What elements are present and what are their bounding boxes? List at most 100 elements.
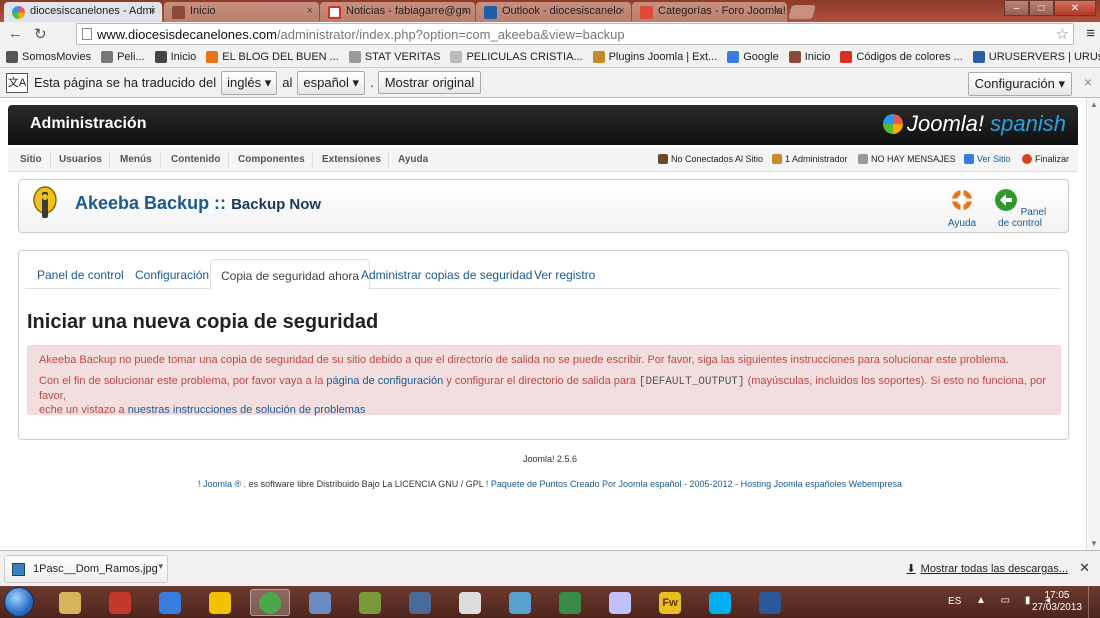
tab-close-icon[interactable]: ×: [307, 5, 313, 17]
taskbar-app-app6[interactable]: [300, 589, 340, 616]
tab-backup-now[interactable]: Copia de seguridad ahora: [210, 259, 371, 290]
bookmark-label: SomosMovies: [22, 50, 92, 63]
tab-configuration[interactable]: Configuración: [135, 268, 209, 282]
site-favicon-icon: [172, 6, 185, 19]
tab-view-log[interactable]: Ver registro: [534, 268, 595, 282]
show-desktop-button[interactable]: [1088, 586, 1100, 618]
help-button[interactable]: Ayuda: [947, 188, 977, 229]
target-language-select[interactable]: español ▾: [297, 70, 366, 95]
menu-menus[interactable]: Menús: [120, 154, 152, 165]
taskbar-app-app2[interactable]: [100, 589, 140, 616]
translate-config-button[interactable]: Configuración ▾: [967, 72, 1072, 96]
downloads-close-icon[interactable]: ✕: [1079, 560, 1090, 576]
bookmark-label: Peli...: [117, 50, 145, 63]
translate-close-icon[interactable]: ×: [1084, 74, 1092, 90]
taskbar-app-app11[interactable]: [550, 589, 590, 616]
tab-close-icon[interactable]: ×: [775, 5, 781, 17]
app3-icon: [159, 591, 181, 614]
back-arrow-icon[interactable]: ←: [8, 25, 23, 42]
joomla-link[interactable]: ! Joomla ®: [198, 479, 241, 489]
new-tab-button[interactable]: [788, 5, 816, 19]
menu-usuarios[interactable]: Usuarios: [59, 154, 102, 165]
menu-componentes[interactable]: Componentes: [238, 154, 305, 165]
scroll-up-icon[interactable]: ▲: [1090, 100, 1098, 109]
taskbar-app-chrome[interactable]: [250, 589, 290, 616]
translate-message: Esta página se ha traducido del: [34, 75, 217, 90]
taskbar-app-app4[interactable]: [200, 589, 240, 616]
joomla-favicon-icon: [12, 6, 25, 19]
show-all-downloads-link[interactable]: ⬇ Mostrar todas las descargas...: [906, 562, 1068, 575]
app2-icon: [109, 591, 131, 614]
tab-close-icon[interactable]: ×: [150, 5, 156, 17]
maximize-button[interactable]: □: [1029, 0, 1054, 16]
page-scrollbar[interactable]: ▲ ▼: [1086, 98, 1100, 550]
translate-to-label: al: [282, 75, 293, 90]
start-button[interactable]: [4, 587, 34, 617]
bookmark-item[interactable]: Códigos de colores ...: [840, 50, 963, 63]
download-menu-icon[interactable]: ▾: [158, 561, 163, 572]
download-item[interactable]: 1Pasc__Dom_Ramos.jpg ▾: [4, 555, 168, 583]
taskbar-app-picasa[interactable]: [600, 589, 640, 616]
license-text: . es software libre Distribuido Bajo La …: [241, 479, 486, 489]
bookmark-item[interactable]: SomosMovies: [6, 50, 92, 63]
tab-title: Inicio: [190, 5, 216, 17]
bookmark-item[interactable]: Peli...: [101, 50, 145, 63]
bookmark-item[interactable]: Plugins Joomla | Ext...: [592, 50, 717, 63]
browser-tab[interactable]: Inicio ×: [164, 2, 319, 22]
visitors-text: No Conectados Al Sitio: [671, 154, 764, 164]
scroll-down-icon[interactable]: ▼: [1090, 539, 1098, 548]
status-messages[interactable]: NO HAY MENSAJES: [858, 154, 956, 164]
window-close-button[interactable]: ✕: [1054, 0, 1096, 16]
bookmark-item[interactable]: Inicio: [788, 50, 830, 63]
source-language-select[interactable]: inglés ▾: [221, 70, 278, 95]
bookmark-item[interactable]: EL BLOG DEL BUEN ...: [206, 50, 339, 63]
content-panel: Panel de control Configuración Copia de …: [18, 250, 1069, 440]
minimize-button[interactable]: –: [1004, 0, 1029, 16]
browser-tab[interactable]: Noticias - fabiagarre@gm ×: [320, 2, 475, 22]
taskbar-app-app7[interactable]: [350, 589, 390, 616]
bookmark-item[interactable]: URUSERVERS | URUs...: [972, 50, 1100, 63]
reload-icon[interactable]: ↻: [34, 25, 47, 43]
taskbar-app-explorer[interactable]: [50, 589, 90, 616]
taskbar-app-word[interactable]: [750, 589, 790, 616]
menu-extensiones[interactable]: Extensiones: [322, 154, 381, 165]
menu-sitio[interactable]: Sitio: [20, 154, 42, 165]
tab-close-icon[interactable]: ×: [463, 5, 469, 17]
browser-tab-active[interactable]: diocesiscanelones - Admi ×: [4, 2, 162, 22]
logout-link[interactable]: Finalizar: [1022, 154, 1069, 164]
tab-control-panel[interactable]: Panel de control: [37, 268, 124, 282]
taskbar-app-app10[interactable]: [500, 589, 540, 616]
tab-manage-backups[interactable]: Administrar copias de seguridad: [361, 268, 532, 282]
taskbar-app-fireworks[interactable]: Fw: [650, 589, 690, 616]
browser-toolbar: ← ↻ www.diocesisdecanelones.com/administ…: [0, 22, 1100, 46]
alert-message: Akeeba Backup no puede tomar una copia d…: [39, 354, 1009, 366]
taskbar-app-skype[interactable]: [700, 589, 740, 616]
bookmark-item[interactable]: Google: [727, 50, 779, 63]
view-name: Backup Now: [231, 196, 322, 213]
clock[interactable]: 17:05 27/03/2013: [1032, 590, 1082, 614]
menu-contenido[interactable]: Contenido: [171, 154, 220, 165]
bookmark-label: Google: [743, 50, 779, 63]
messages-text: NO HAY MENSAJES: [871, 154, 956, 164]
address-bar[interactable]: www.diocesisdecanelones.com/administrato…: [76, 23, 1074, 45]
control-panel-button[interactable]: Panel de control: [987, 188, 1053, 229]
bookmark-item[interactable]: Inicio: [154, 50, 196, 63]
bookmark-label: URUSERVERS | URUs...: [988, 50, 1100, 63]
configuration-page-link[interactable]: página de configuración: [326, 375, 443, 387]
bookmark-item[interactable]: PELICULAS CRISTIA...: [450, 50, 583, 63]
taskbar-app-app3[interactable]: [150, 589, 190, 616]
troubleshooting-link[interactable]: nuestras instrucciones de solución de pr…: [128, 404, 366, 416]
tab-close-icon[interactable]: ×: [619, 5, 625, 17]
taskbar-app-app9[interactable]: [450, 589, 490, 616]
taskbar-app-app8[interactable]: [400, 589, 440, 616]
bookmark-item[interactable]: STAT VERITAS: [348, 50, 440, 63]
browser-tab[interactable]: Categorías - Foro Joomla! ×: [632, 2, 787, 22]
browser-menu-icon[interactable]: ≡: [1086, 25, 1095, 42]
menu-ayuda[interactable]: Ayuda: [398, 154, 428, 165]
show-original-button[interactable]: Mostrar original: [377, 71, 482, 94]
spanish-pack-link[interactable]: ! Paquete de Puntos Creado Por Joomla es…: [486, 479, 902, 489]
view-site-link[interactable]: Ver Sitio: [964, 154, 1011, 164]
bookmark-star-icon[interactable]: ☆: [1056, 25, 1069, 43]
browser-tab[interactable]: Outlook - diocesiscanelo ×: [476, 2, 631, 22]
language-indicator[interactable]: ES: [948, 596, 961, 607]
